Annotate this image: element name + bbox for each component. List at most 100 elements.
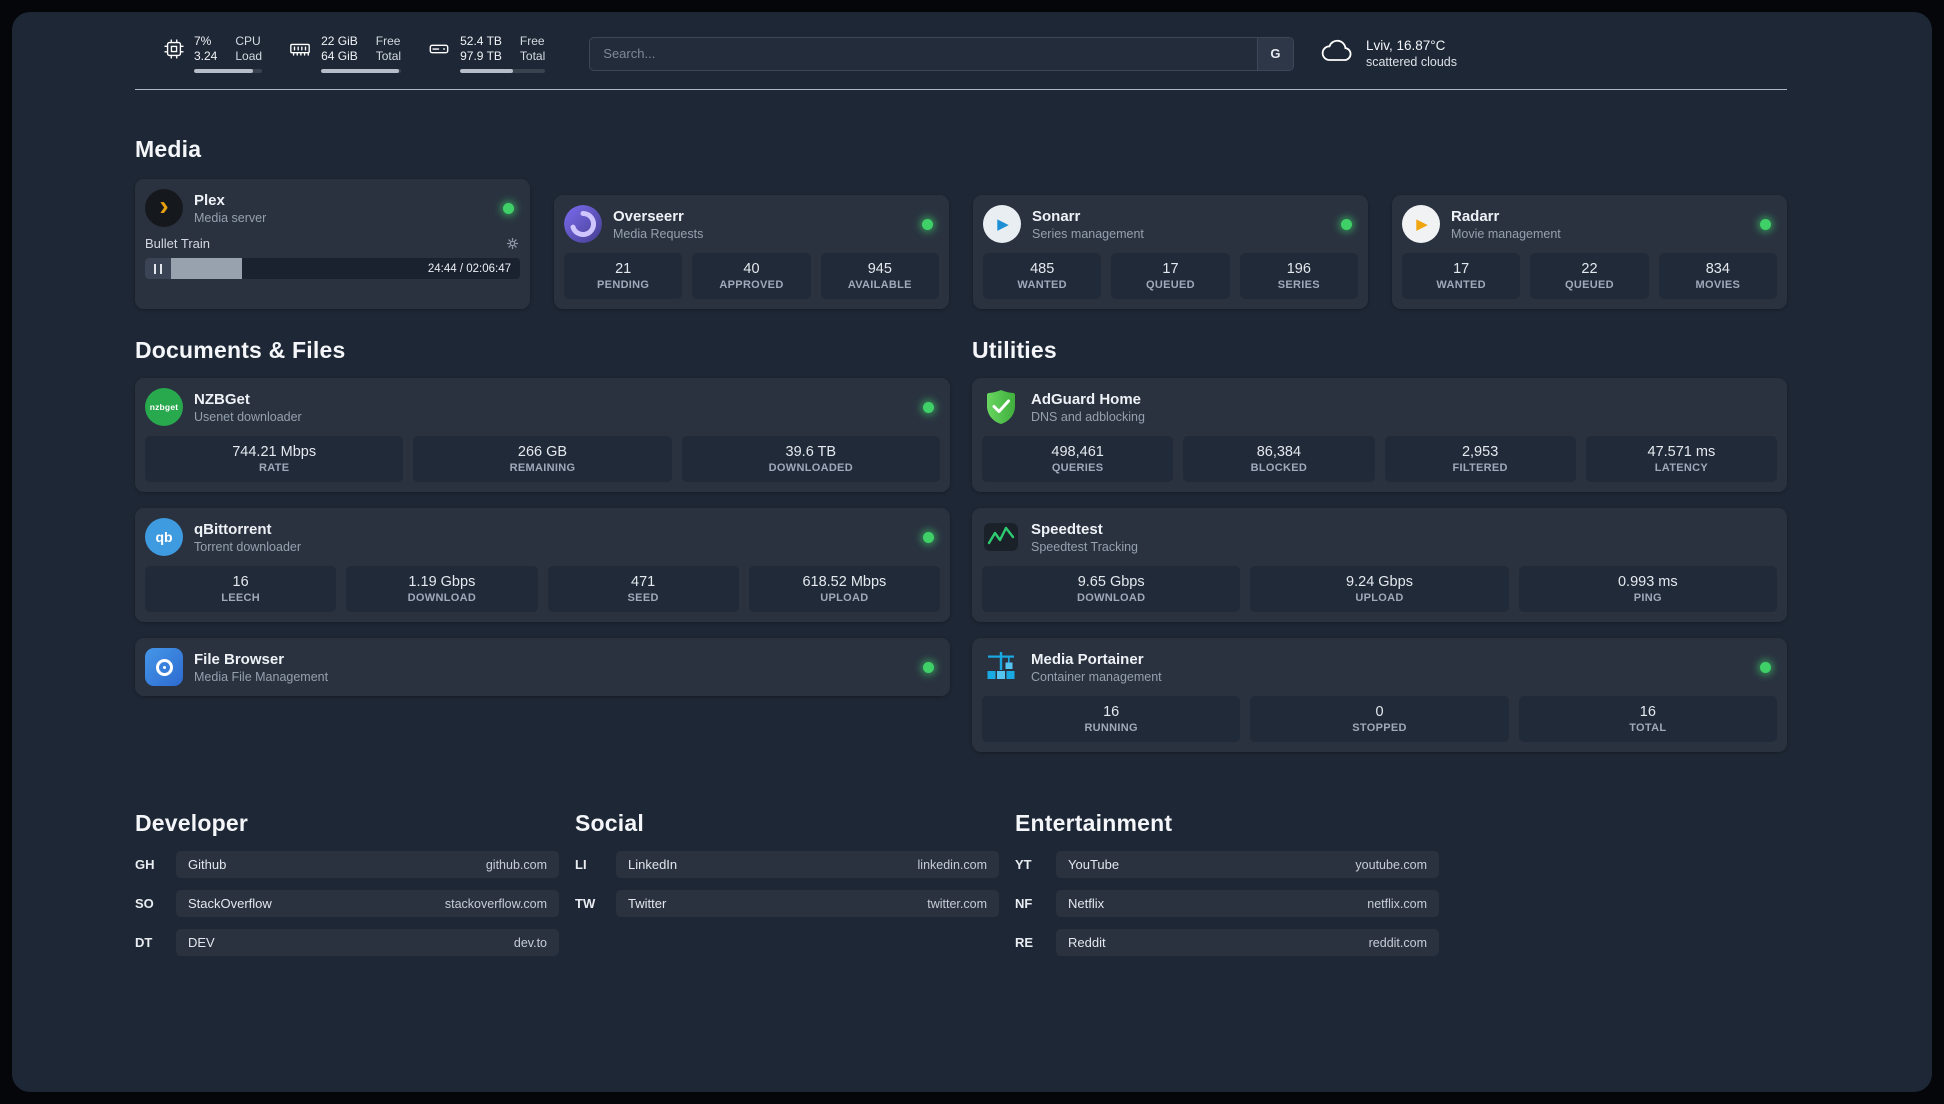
pause-button[interactable]	[145, 258, 171, 279]
bookmarks-entertainment: Entertainment YT YouTube youtube.com NF …	[1015, 810, 1439, 968]
app-card-nzbget[interactable]: nzbget NZBGet Usenet downloader 744.21 M…	[135, 378, 950, 492]
app-description: Usenet downloader	[194, 409, 302, 424]
app-card-plex[interactable]: › Plex Media server Bullet Train 24:44 /…	[135, 179, 530, 309]
stat-tile: 834 MOVIES	[1658, 253, 1777, 299]
app-card-overseerr[interactable]: Overseerr Media Requests 21 PENDING 40 A…	[554, 195, 949, 309]
status-dot	[1341, 218, 1352, 230]
bookmark-abbr: DT	[135, 935, 153, 950]
app-name: Plex	[194, 191, 225, 209]
app-card-filebrowser[interactable]: File Browser Media File Management	[135, 638, 950, 696]
ram-total-value: 64 GiB	[321, 49, 358, 63]
bookmark-reddit[interactable]: RE Reddit reddit.com	[1015, 929, 1439, 956]
cloud-icon	[1320, 37, 1354, 70]
disk-free-label: Free	[519, 34, 545, 48]
app-card-sonarr[interactable]: ▶ Sonarr Series management 485 WANTED 17…	[973, 195, 1368, 309]
stat-tile: 40 APPROVED	[692, 253, 811, 299]
search-bar: G	[589, 36, 1294, 71]
media-cards-row: › Plex Media server Bullet Train 24:44 /…	[135, 179, 1787, 309]
utilities-column: Utilities AdGuard Home DNS and adblockin…	[972, 309, 1787, 752]
cpu-usage-percent: 7%	[194, 34, 212, 48]
bookmark-url: stackoverflow.com	[444, 896, 547, 911]
nzbget-icon: nzbget	[145, 388, 183, 426]
section-title-developer: Developer	[135, 810, 249, 836]
app-name: Speedtest	[1031, 520, 1103, 538]
gear-icon[interactable]	[505, 236, 520, 251]
bookmark-name: StackOverflow	[188, 896, 272, 911]
overseerr-icon	[564, 205, 602, 243]
disk-total-label: Total	[519, 49, 546, 63]
search-engine-button[interactable]: G	[1256, 37, 1293, 70]
stat-tile: 16 LEECH	[145, 566, 337, 612]
app-card-portainer[interactable]: Media Portainer Container management 16 …	[972, 638, 1787, 752]
bookmark-url: reddit.com	[1368, 935, 1427, 950]
bookmark-youtube[interactable]: YT YouTube youtube.com	[1015, 851, 1439, 878]
stat-tile: 618.52 Mbps UPLOAD	[748, 566, 940, 612]
stat-tile: 1.19 Gbps DOWNLOAD	[346, 566, 538, 612]
stat-tile: 0.993 ms PING	[1518, 566, 1777, 612]
bookmark-abbr: NF	[1015, 896, 1033, 911]
app-card-radarr[interactable]: ▶ Radarr Movie management 17 WANTED 22 Q…	[1392, 195, 1787, 309]
stat-tile: 485 WANTED	[983, 253, 1102, 299]
bookmark-github[interactable]: GH Github github.com	[135, 851, 559, 878]
stat-tile: 16 TOTAL	[1518, 696, 1777, 742]
search-input[interactable]	[590, 37, 1257, 70]
stat-tile: 22 QUEUED	[1530, 253, 1649, 299]
status-dot	[923, 401, 934, 413]
app-description: DNS and adblocking	[1031, 409, 1145, 424]
now-playing-title: Bullet Train	[145, 236, 211, 251]
app-name: Radarr	[1451, 207, 1500, 225]
bookmark-name: DEV	[188, 935, 215, 950]
status-dot	[1760, 661, 1771, 673]
stat-tile: 945 AVAILABLE	[820, 253, 939, 299]
ram-widget: 22 GiB 64 GiB Free Total	[288, 34, 402, 73]
ram-total-label: Total	[375, 49, 402, 63]
bookmark-abbr: SO	[135, 896, 154, 911]
dashboard: 7% 3.24 CPU Load 22 GiB 64 GiB Free Tota…	[12, 12, 1932, 1092]
disk-widget: 52.4 TB 97.9 TB Free Total	[427, 34, 546, 73]
bookmark-url: netflix.com	[1367, 896, 1427, 911]
app-name: AdGuard Home	[1031, 390, 1142, 408]
ram-free-value: 22 GiB	[321, 34, 358, 48]
bookmark-netflix[interactable]: NF Netflix netflix.com	[1015, 890, 1439, 917]
weather-condition: scattered clouds	[1365, 55, 1457, 69]
radarr-icon: ▶	[1402, 205, 1440, 243]
ram-icon	[288, 34, 312, 60]
bookmark-linkedin[interactable]: LI LinkedIn linkedin.com	[575, 851, 999, 878]
load-label: Load	[235, 49, 263, 63]
bookmark-url: youtube.com	[1355, 857, 1427, 872]
cpu-label: CPU	[235, 34, 261, 48]
app-card-qbittorrent[interactable]: qb qBittorrent Torrent downloader 16 LEE…	[135, 508, 950, 622]
stat-tile: 196 SERIES	[1239, 253, 1358, 299]
bookmark-url: github.com	[485, 857, 547, 872]
bookmark-stackoverflow[interactable]: SO StackOverflow stackoverflow.com	[135, 890, 559, 917]
bookmark-twitter[interactable]: TW Twitter twitter.com	[575, 890, 999, 917]
section-title-documents: Documents & Files	[135, 337, 346, 363]
bookmark-dev[interactable]: DT DEV dev.to	[135, 929, 559, 956]
cpu-icon	[163, 34, 185, 60]
app-card-speedtest[interactable]: Speedtest Speedtest Tracking 9.65 Gbps D…	[972, 508, 1787, 622]
app-card-adguard[interactable]: AdGuard Home DNS and adblocking 498,461 …	[972, 378, 1787, 492]
bookmark-abbr: GH	[135, 857, 155, 872]
stat-tile: 39.6 TB DOWNLOADED	[681, 436, 940, 482]
app-name: Sonarr	[1032, 207, 1081, 225]
disk-total-value: 97.9 TB	[460, 49, 502, 63]
app-name: Overseerr	[613, 207, 684, 225]
stat-tile: 471 SEED	[547, 566, 739, 612]
stat-tile: 9.65 Gbps DOWNLOAD	[982, 566, 1241, 612]
stat-tile: 744.21 Mbps RATE	[145, 436, 404, 482]
speedtest-icon	[982, 518, 1020, 556]
bookmark-name: Github	[188, 857, 227, 872]
app-description: Media server	[194, 210, 267, 225]
stat-tile: 16 RUNNING	[982, 696, 1241, 742]
disk-bar	[460, 69, 546, 73]
cpu-load-value: 3.24	[194, 49, 218, 63]
playback-progress-bar[interactable]: 24:44 / 02:06:47	[145, 258, 520, 279]
portainer-icon	[982, 648, 1020, 686]
status-dot	[1760, 218, 1771, 230]
weather-location: Lviv, 16.87°C	[1365, 38, 1446, 53]
app-description: Movie management	[1451, 226, 1561, 241]
stat-tile: 17 WANTED	[1402, 253, 1521, 299]
app-description: Media File Management	[194, 669, 329, 684]
ram-bar	[321, 69, 402, 73]
stat-tile: 17 QUEUED	[1111, 253, 1230, 299]
